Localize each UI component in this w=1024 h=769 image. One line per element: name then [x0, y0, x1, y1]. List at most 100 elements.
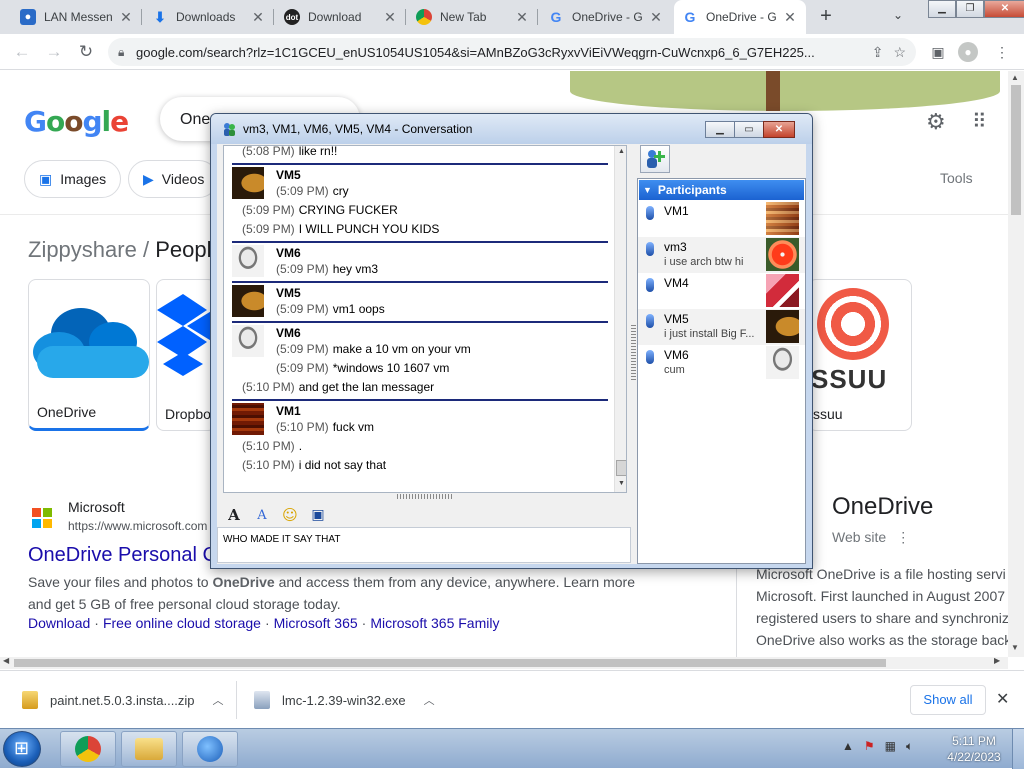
save-icon[interactable]: ▣ [307, 507, 329, 523]
reload-button[interactable]: ↻ [74, 40, 98, 64]
message-line: (5:10 PM). [224, 437, 612, 456]
download-icon: ⬇ [154, 8, 166, 25]
image-icon: ▣ [39, 170, 53, 187]
scroll-up-icon[interactable]: ▲ [1011, 73, 1019, 82]
tab-lan-messenger[interactable]: ● LAN Messen ✕ [12, 0, 142, 34]
tab-onedrive-1[interactable]: G OneDrive - G ✕ [540, 0, 672, 34]
page-horizontal-scrollbar[interactable]: ◀ ▶ [0, 656, 1008, 669]
result-site-url[interactable]: https://www.microsoft.com [68, 519, 207, 533]
sitelink[interactable]: Free online cloud storage [103, 615, 261, 631]
chevron-up-icon[interactable]: ︿ [213, 692, 224, 708]
sitelink[interactable]: Microsoft 365 Family [370, 615, 499, 631]
card-dropbox[interactable]: Dropbo [156, 279, 216, 431]
minimize-button[interactable]: ▁ [705, 121, 735, 138]
sender-name: VM6 [276, 326, 301, 340]
minimize-button[interactable]: ▁ [928, 0, 956, 18]
message-history[interactable]: (5:08 PM) like rn!! VM5 (5:09 PM) cry (5:09 P… [223, 145, 627, 493]
tab-downloads[interactable]: ⬇ Downloads ✕ [144, 0, 274, 34]
maximize-button[interactable]: ▭ [734, 121, 764, 138]
participant-item[interactable]: VM4 [638, 273, 805, 309]
taskbar-clock[interactable]: 5:11 PM 4/22/2023 [944, 733, 1004, 765]
taskbar-lan-messenger[interactable] [182, 731, 238, 767]
tab-close-icon[interactable]: ✕ [648, 9, 664, 26]
show-hidden-icons-icon[interactable]: ▲ [842, 739, 854, 754]
scrollbar-thumb[interactable] [14, 659, 886, 667]
volume-icon[interactable]: 🔈︎ [906, 739, 913, 754]
issuu-logo-icon [817, 288, 889, 360]
browser-toolbar: ← → ↻ 🔒︎ google.com/search?rlz=1C1GCEU_e… [0, 34, 1024, 70]
google-doodle-logo[interactable]: Google [24, 105, 129, 138]
chip-images[interactable]: ▣ Images [24, 160, 122, 198]
message-input[interactable]: WHO MADE IT SAY THAT [217, 527, 631, 563]
result-title-link[interactable]: OneDrive Personal C [28, 544, 217, 567]
back-button[interactable]: ← [10, 40, 34, 64]
chip-videos[interactable]: ▶ Videos [128, 160, 218, 198]
scroll-down-icon[interactable]: ▼ [618, 480, 625, 487]
more-options-icon[interactable]: ⋮ [896, 529, 910, 545]
menu-icon[interactable]: ⋮ [992, 42, 1012, 62]
scroll-down-icon[interactable]: ▼ [1011, 643, 1019, 652]
scrollbar-thumb[interactable] [1011, 85, 1021, 215]
gear-icon[interactable]: ⚙ [926, 109, 946, 135]
sender-avatar [232, 245, 264, 277]
add-contact-button[interactable] [640, 145, 670, 173]
splitter-handle[interactable] [631, 324, 636, 380]
star-icon[interactable]: ☆ [893, 44, 906, 61]
close-button[interactable]: ✕ [763, 121, 795, 138]
share-icon[interactable]: ⇪ [872, 44, 884, 61]
apps-grid-icon[interactable]: ⠿ [972, 109, 987, 134]
participant-item[interactable]: VM6 cum [638, 345, 805, 381]
tab-close-icon[interactable]: ✕ [382, 9, 398, 26]
tab-onedrive-active[interactable]: G OneDrive - G ✕ [674, 0, 806, 34]
taskbar-chrome[interactable] [60, 731, 116, 767]
address-bar[interactable]: 🔒︎ google.com/search?rlz=1C1GCEU_enUS105… [108, 38, 916, 66]
tab-close-icon[interactable]: ✕ [118, 9, 134, 26]
chevron-up-icon[interactable]: ︿ [424, 692, 435, 708]
tab-download[interactable]: dot Download ✕ [276, 0, 406, 34]
profile-avatar-icon[interactable]: ● [958, 42, 978, 62]
new-tab-button[interactable]: + [814, 5, 838, 29]
tab-close-icon[interactable]: ✕ [514, 9, 530, 26]
sender-avatar [232, 325, 264, 357]
close-button[interactable]: ✕ [984, 0, 1024, 18]
participants-group-header[interactable]: ▼ Participants [639, 180, 804, 200]
sitelink[interactable]: Microsoft 365 [274, 615, 358, 631]
card-issuu[interactable]: SSUU ssuu [808, 279, 912, 431]
download-item[interactable]: paint.net.5.0.3.insta....zip ︿ [22, 683, 224, 717]
download-item[interactable]: lmc-1.2.39-win32.exe ︿ [254, 683, 435, 717]
page-vertical-scrollbar[interactable]: ▲ ▼ [1008, 71, 1024, 657]
scroll-up-icon[interactable]: ▲ [618, 148, 625, 155]
sitelink[interactable]: Download [28, 615, 90, 631]
action-center-icon[interactable]: ⚑ [864, 739, 875, 754]
show-desktop-button[interactable] [1012, 729, 1024, 769]
participant-item[interactable]: VM1 [638, 201, 805, 237]
tab-close-icon[interactable]: ✕ [250, 9, 266, 26]
chevron-down-icon[interactable]: ⌄ [893, 8, 903, 22]
participant-item[interactable]: vm3 i use arch btw hi [638, 237, 805, 273]
scrollbar-thumb[interactable] [616, 460, 626, 476]
network-icon[interactable]: ▦ [885, 739, 896, 754]
message-text: CRYING FUCKER [298, 203, 398, 217]
message-line: (5:09 PM) *windows 10 1607 vm [224, 359, 612, 378]
forward-button[interactable]: → [42, 40, 66, 64]
tools-button[interactable]: Tools [940, 170, 973, 186]
side-panel-icon[interactable]: ▣ [928, 42, 948, 62]
taskbar-explorer[interactable] [121, 731, 177, 767]
tab-close-icon[interactable]: ✕ [782, 9, 798, 26]
close-icon[interactable]: ✕ [996, 689, 1009, 709]
tab-new-tab[interactable]: New Tab ✕ [408, 0, 538, 34]
emoticon-icon[interactable]: ☺ [279, 506, 301, 524]
participant-item[interactable]: VM5 i just install Big F... [638, 309, 805, 345]
maximize-button[interactable]: ❐ [956, 0, 984, 18]
exe-file-icon [254, 691, 270, 709]
sender-avatar [232, 285, 264, 317]
font-color-icon[interactable]: A [251, 508, 273, 523]
splitter-handle[interactable] [397, 494, 453, 499]
scroll-left-icon[interactable]: ◀ [3, 656, 9, 665]
start-button[interactable] [3, 731, 41, 767]
message-scrollbar[interactable]: ▲ ▼ [614, 146, 626, 492]
scroll-right-icon[interactable]: ▶ [994, 656, 1000, 665]
show-all-button[interactable]: Show all [910, 685, 986, 715]
card-onedrive[interactable]: OneDrive [28, 279, 150, 431]
font-icon[interactable]: A [223, 506, 245, 524]
